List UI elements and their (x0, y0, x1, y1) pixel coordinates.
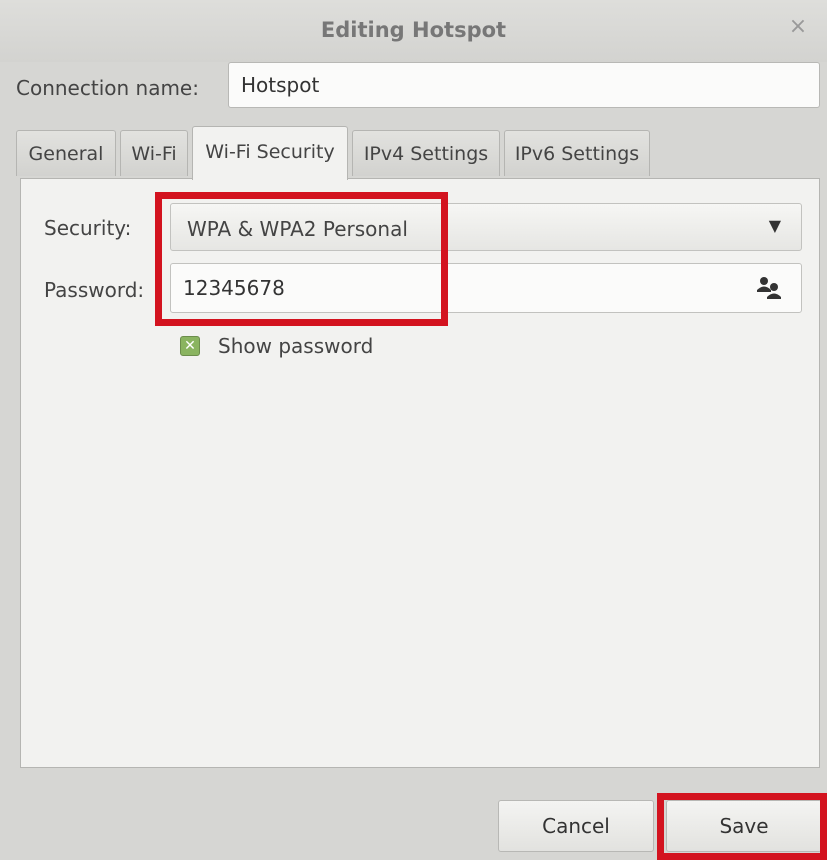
users-icon[interactable] (756, 276, 782, 300)
show-password-label: Show password (218, 334, 374, 358)
password-label: Password: (44, 278, 145, 302)
security-dropdown[interactable]: WPA & WPA2 Personal ▼ (170, 203, 802, 251)
editing-hotspot-dialog: Editing Hotspot × Connection name: Gener… (0, 0, 827, 860)
tab-general[interactable]: General (16, 130, 116, 176)
security-label: Security: (44, 216, 132, 240)
show-password-checkbox[interactable]: ✕ (180, 336, 200, 356)
dropdown-arrow-icon: ▼ (768, 216, 781, 235)
connection-name-label: Connection name: (16, 76, 199, 100)
tab-wifi[interactable]: Wi-Fi (120, 130, 188, 176)
title-bar[interactable]: Editing Hotspot × (0, 0, 827, 62)
password-input[interactable] (170, 263, 802, 313)
connection-name-input[interactable] (228, 62, 820, 108)
security-selected-value: WPA & WPA2 Personal (187, 217, 408, 241)
close-button[interactable]: × (785, 14, 811, 40)
tab-ipv4-settings[interactable]: IPv4 Settings (352, 130, 500, 176)
cancel-button[interactable]: Cancel (498, 800, 654, 852)
tab-ipv6-settings[interactable]: IPv6 Settings (504, 130, 650, 176)
window-title: Editing Hotspot (320, 18, 507, 42)
save-button[interactable]: Save (666, 800, 822, 852)
tab-wifi-security[interactable]: Wi-Fi Security (192, 126, 348, 180)
